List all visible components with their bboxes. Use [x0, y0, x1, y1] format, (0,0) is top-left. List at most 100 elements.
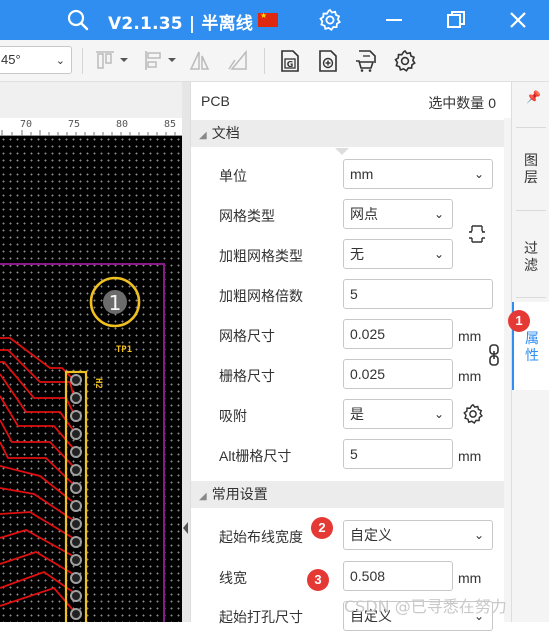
ruler-tick-label: 75	[68, 119, 81, 130]
panel-title: PCB	[201, 93, 230, 109]
snap-size-unit: mm	[458, 368, 482, 384]
alt-snap-input[interactable]: 5	[343, 439, 453, 469]
grid-type-select[interactable]: 网点 ⌄	[343, 199, 453, 229]
annotation-badge: 1	[508, 310, 530, 332]
snap-select[interactable]: 是 ⌄	[343, 399, 453, 429]
distribute-icon[interactable]	[142, 49, 180, 73]
toolbar: 45° ⌄ G	[0, 40, 549, 82]
collapse-triangle-icon: ◢	[199, 130, 207, 141]
minimize-icon[interactable]	[382, 8, 406, 32]
section-title: 常用设置	[211, 486, 268, 502]
ruler-tick-label: 85	[164, 119, 177, 130]
route-width-start-value: 自定义	[350, 527, 392, 543]
settings-icon[interactable]	[393, 49, 417, 73]
line-width-input[interactable]: 0.508	[343, 561, 453, 591]
chevron-down-icon: ⌄	[473, 167, 484, 181]
import-gerber-icon[interactable]: G	[278, 49, 302, 73]
grid-size-unit: mm	[458, 328, 482, 344]
tab-layers[interactable]: 图层	[512, 152, 549, 186]
bold-grid-type-label: 加粗网格类型	[219, 248, 303, 264]
snap-size-value: 0.025	[350, 366, 386, 382]
watermark-text: CSDN @已寻悉在努力	[344, 597, 507, 616]
route-width-start-select[interactable]: 自定义 ⌄	[343, 520, 493, 550]
pin-icon[interactable]: 📌	[526, 90, 541, 104]
chevron-down-icon: ⌄	[473, 528, 484, 542]
title-bar: V2.1.35 | 半离线	[0, 0, 549, 40]
properties-panel: PCB 选中数量 0 ◢ 文档 单位 mm ⌄ 网格类型 网点 ⌄ 加粗网格类型 …	[190, 82, 512, 631]
grid-size-label: 网格尺寸	[219, 328, 275, 344]
section-title: 文档	[211, 125, 240, 141]
alt-snap-label: Alt栅格尺寸	[219, 448, 292, 464]
route-width-start-label: 起始布线宽度	[219, 529, 303, 545]
close-icon[interactable]	[506, 8, 530, 32]
chevron-down-icon: ⌄	[433, 407, 444, 421]
bold-grid-multiple-value: 5	[350, 286, 358, 302]
right-tab-bar: 📌 图层 过滤 属性	[511, 82, 549, 622]
angle-select[interactable]: 45° ⌄	[0, 46, 72, 74]
ruler-tick-label: 80	[116, 119, 129, 130]
section-common-settings[interactable]: ◢ 常用设置	[191, 481, 504, 508]
horizontal-ruler: 70 75 80 85	[0, 118, 182, 136]
link-icon[interactable]	[487, 343, 501, 367]
chevron-down-icon: ⌄	[55, 55, 65, 67]
tab-divider	[516, 297, 546, 298]
line-width-unit: mm	[458, 570, 482, 586]
pcb-board[interactable]: 1 TP1 H2	[0, 136, 182, 622]
unit-select[interactable]: mm ⌄	[343, 159, 493, 189]
grid-bracket-icon[interactable]	[466, 222, 488, 246]
bold-grid-multiple-label: 加粗网格倍数	[219, 288, 303, 304]
section-document[interactable]: ◢ 文档	[191, 120, 504, 147]
bold-grid-multiple-input[interactable]: 5	[343, 279, 493, 309]
alt-snap-unit: mm	[458, 448, 482, 464]
restore-icon[interactable]	[444, 8, 468, 32]
gear-icon[interactable]	[318, 8, 342, 32]
unit-value: mm	[350, 166, 374, 182]
flip-horizontal-icon[interactable]	[188, 49, 212, 73]
pcb-order-icon[interactable]	[354, 49, 378, 73]
chevron-down-icon: ⌄	[433, 207, 444, 221]
annotation-badge: 2	[311, 517, 333, 539]
panel-collapse-handle[interactable]	[182, 82, 190, 622]
tab-divider	[516, 210, 546, 211]
align-top-icon[interactable]	[94, 49, 132, 73]
tab-layers-label: 图层	[524, 152, 538, 185]
toolbar-divider	[82, 48, 83, 74]
h2-label: H2	[93, 378, 103, 389]
grid-type-value: 网点	[350, 206, 378, 222]
pcb-canvas-area[interactable]: 70 75 80 85 1 TP1 H2	[0, 82, 190, 622]
ruler-tick-label: 70	[20, 119, 33, 130]
grid-size-value: 0.025	[350, 326, 386, 342]
snap-settings-gear-icon[interactable]	[462, 403, 484, 425]
tab-filter-label: 过滤	[524, 240, 538, 273]
bold-grid-type-select[interactable]: 无 ⌄	[343, 239, 453, 269]
app-title: V2.1.35 | 半离线	[108, 14, 254, 34]
collapse-triangle-icon: ◢	[199, 491, 207, 502]
drill-start-label: 起始打孔尺寸	[219, 609, 303, 625]
search-icon[interactable]	[66, 8, 90, 32]
grid-size-input[interactable]: 0.025	[343, 319, 453, 349]
section-arrow	[335, 148, 349, 155]
tab-divider	[516, 127, 546, 128]
toolbar-divider	[264, 48, 265, 74]
flip-vertical-icon[interactable]	[226, 49, 250, 73]
bold-grid-type-value: 无	[350, 246, 364, 262]
selection-count: 选中数量 0	[428, 95, 496, 111]
alt-snap-value: 5	[350, 446, 358, 462]
angle-value: 45°	[1, 52, 21, 67]
svg-text:G: G	[287, 60, 294, 69]
add-component-icon[interactable]	[316, 49, 340, 73]
tp1-test-point: 1 TP1	[89, 276, 141, 355]
flag-cn-icon[interactable]	[258, 11, 278, 27]
snap-size-input[interactable]: 0.025	[343, 359, 453, 389]
tab-filter[interactable]: 过滤	[512, 240, 549, 274]
traces	[0, 337, 74, 611]
line-width-label: 线宽	[219, 570, 247, 586]
unit-label: 单位	[219, 168, 247, 184]
tp1-label: TP1	[116, 345, 132, 355]
tab-properties-label: 属性	[525, 330, 539, 363]
board-outline	[0, 263, 165, 622]
chevron-down-icon: ⌄	[433, 247, 444, 261]
line-width-value: 0.508	[350, 568, 386, 584]
snap-label: 吸附	[219, 408, 247, 424]
snap-size-label: 栅格尺寸	[219, 368, 275, 384]
